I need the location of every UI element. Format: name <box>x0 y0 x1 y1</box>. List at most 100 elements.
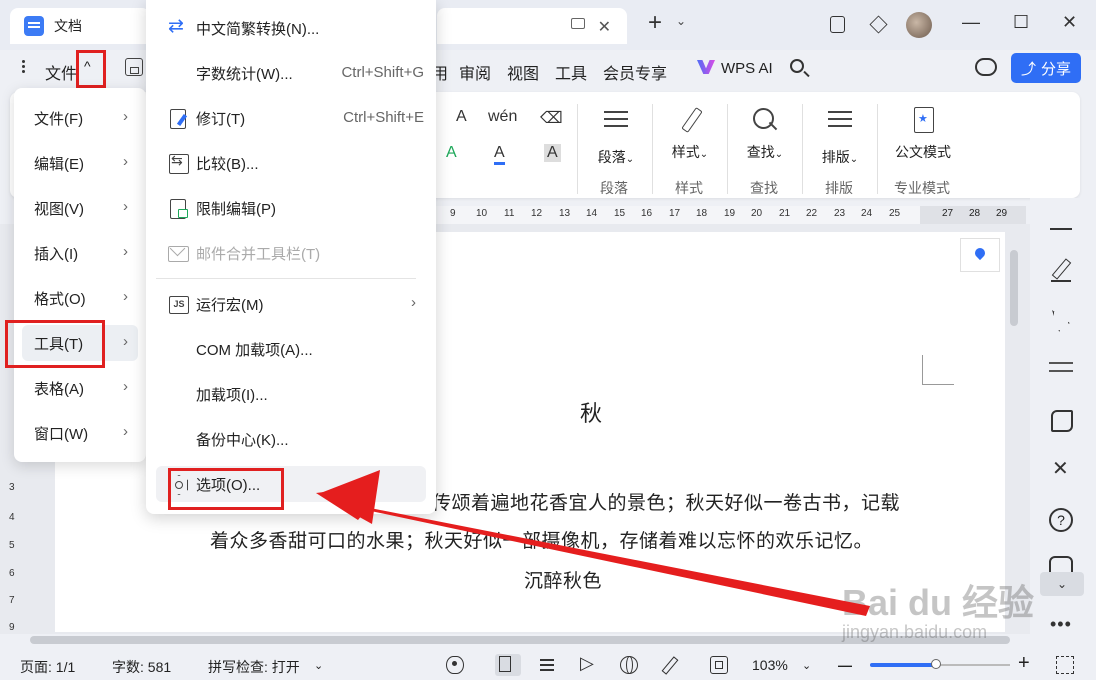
menu-item-compare[interactable]: 比较(B)... <box>156 145 426 181</box>
shortcut-label: Ctrl+Shift+G <box>341 64 424 81</box>
menu-item-file[interactable]: 文件(F) › <box>22 100 138 136</box>
close-tab-icon[interactable]: ✕ <box>598 17 611 37</box>
ruler-tick: 18 <box>696 208 708 219</box>
menu-item-addins[interactable]: 加载项(I)... <box>156 376 426 412</box>
menu-item-insert[interactable]: 插入(I) › <box>22 235 138 271</box>
menu-item-label: 窗口(W) <box>34 425 89 443</box>
word-count[interactable]: 字数: 581 <box>112 657 171 677</box>
outline-view-icon[interactable] <box>536 656 554 674</box>
sidebar-collapse-button[interactable]: ⌄ <box>1040 572 1084 596</box>
menu-item-view[interactable]: 视图(V) › <box>22 190 138 226</box>
new-tab-chevron-icon[interactable]: ⌄ <box>676 14 686 28</box>
menu-item-run-macro[interactable]: 运行宏(M) › <box>156 286 426 322</box>
window-copy-icon[interactable] <box>826 13 850 37</box>
zoom-slider-handle[interactable] <box>930 659 941 669</box>
menu-item-label: 备份中心(K)... <box>196 431 289 449</box>
menu-item-table[interactable]: 表格(A) › <box>22 370 138 406</box>
menu-item-format[interactable]: 格式(O) › <box>22 280 138 316</box>
ribbon-separator <box>727 104 728 194</box>
ruler-tick: 27 <box>942 208 954 219</box>
fullscreen-icon[interactable] <box>1056 656 1074 674</box>
cube-icon[interactable] <box>866 13 890 37</box>
ruler-tick: 7 <box>9 595 15 606</box>
fit-window-icon[interactable] <box>710 656 728 674</box>
reading-mode-icon[interactable] <box>446 656 464 674</box>
ruler-tick: 21 <box>779 208 791 219</box>
annotate-icon[interactable] <box>660 656 678 674</box>
paragraph-button[interactable]: 段落⌄ <box>594 106 638 167</box>
annotation-box-tools <box>5 320 105 368</box>
char-shading-icon[interactable]: A <box>544 144 561 162</box>
menu-item-window[interactable]: 窗口(W) › <box>22 415 138 451</box>
spellcheck-chevron-icon[interactable]: ⌄ <box>314 659 323 672</box>
new-tab-button[interactable]: + <box>648 11 662 35</box>
layout-button[interactable]: 排版⌄ <box>818 106 862 167</box>
minimize-button[interactable]: — <box>962 12 980 33</box>
font-color-icon[interactable]: A <box>494 144 505 165</box>
share-button[interactable]: ⤴ 分享 <box>1011 53 1081 83</box>
find-button[interactable]: 查找⌄ <box>743 106 787 162</box>
ruler-tick: 12 <box>531 208 543 219</box>
zoom-out-button[interactable]: — <box>838 657 852 673</box>
help-icon[interactable]: ? <box>1049 508 1073 532</box>
pen-icon[interactable] <box>1049 258 1073 282</box>
file-menu-button[interactable]: 文件 <box>45 60 77 84</box>
menu-item-restrict-editing[interactable]: 限制编辑(P) <box>156 190 426 226</box>
close-window-button[interactable]: ✕ <box>1062 12 1077 33</box>
cursor-select-icon[interactable] <box>1049 308 1073 332</box>
document-icon <box>24 16 44 36</box>
style-button[interactable]: 样式⌄ <box>668 106 712 162</box>
document-tab[interactable]: 文档 <box>10 8 150 44</box>
zoom-level[interactable]: 103% <box>752 657 788 673</box>
web-view-icon[interactable] <box>620 656 638 674</box>
adjust-sliders-icon[interactable] <box>1049 356 1073 380</box>
macro-icon <box>168 294 189 314</box>
revision-icon <box>168 108 188 129</box>
spellcheck-status[interactable]: 拼写检查: 打开 <box>208 657 300 677</box>
vertical-scrollbar[interactable] <box>1010 250 1018 326</box>
menu-item-label: 邮件合并工具栏(T) <box>196 245 321 263</box>
share-label: 分享 <box>1041 60 1072 78</box>
page-view-icon[interactable] <box>495 654 521 676</box>
zoom-chevron-icon[interactable]: ⌄ <box>802 659 811 672</box>
menu-item-chinese-conversion[interactable]: 中文简繁转换(N)... <box>156 10 426 46</box>
compare-icon <box>168 152 189 174</box>
tools-icon[interactable] <box>1049 456 1073 481</box>
play-icon[interactable] <box>580 653 594 674</box>
menu-item-edit[interactable]: 编辑(E) › <box>22 145 138 181</box>
document-tab-2[interactable]: ✕ <box>437 8 627 44</box>
hamburger-menu-icon[interactable] <box>22 60 36 73</box>
collapse-panel-icon[interactable] <box>1050 228 1072 230</box>
avatar[interactable] <box>906 12 932 38</box>
menu-tab-view[interactable]: 视图 <box>507 60 539 84</box>
menu-item-com-addins[interactable]: COM 加载项(A)... <box>156 331 426 367</box>
leaf-icon[interactable] <box>1049 408 1073 432</box>
ribbon-separator <box>802 104 803 194</box>
menu-item-word-count[interactable]: 字数统计(W)... Ctrl+Shift+G <box>156 55 426 91</box>
menu-tab-tools[interactable]: 工具 <box>555 60 587 84</box>
save-icon[interactable] <box>125 58 143 76</box>
font-size-icon[interactable]: A <box>456 108 467 126</box>
menu-item-backup-center[interactable]: 备份中心(K)... <box>156 421 426 457</box>
menu-tab-member[interactable]: 会员专享 <box>603 60 667 84</box>
eraser-icon[interactable]: ⌫ <box>540 108 563 128</box>
more-options-icon[interactable]: ••• <box>1050 614 1072 635</box>
maximize-button[interactable]: ☐ <box>1013 12 1029 33</box>
pinyin-guide-icon[interactable]: wén <box>488 108 517 126</box>
monitor-icon[interactable] <box>571 18 585 29</box>
page-count[interactable]: 页面: 1/1 <box>20 657 75 677</box>
style-group-label: 样式 <box>675 180 703 196</box>
wps-ai-button[interactable]: WPS AI <box>721 60 773 77</box>
highlight-icon[interactable]: A <box>446 144 457 162</box>
cloud-upload-icon[interactable] <box>975 58 997 76</box>
ruler-tick: 11 <box>504 208 515 219</box>
search-icon[interactable] <box>790 59 804 73</box>
ruler-tick: 6 <box>9 568 15 579</box>
ruler-tick: 5 <box>9 540 15 551</box>
official-doc-mode-button[interactable]: 公文模式 <box>892 106 954 162</box>
location-pin-icon[interactable] <box>960 238 1000 272</box>
menu-item-track-changes[interactable]: 修订(T) Ctrl+Shift+E <box>156 100 426 136</box>
zoom-slider-fill <box>870 663 936 667</box>
menu-tab-review[interactable]: 审阅 <box>459 60 491 84</box>
zoom-in-button[interactable]: + <box>1018 652 1030 675</box>
